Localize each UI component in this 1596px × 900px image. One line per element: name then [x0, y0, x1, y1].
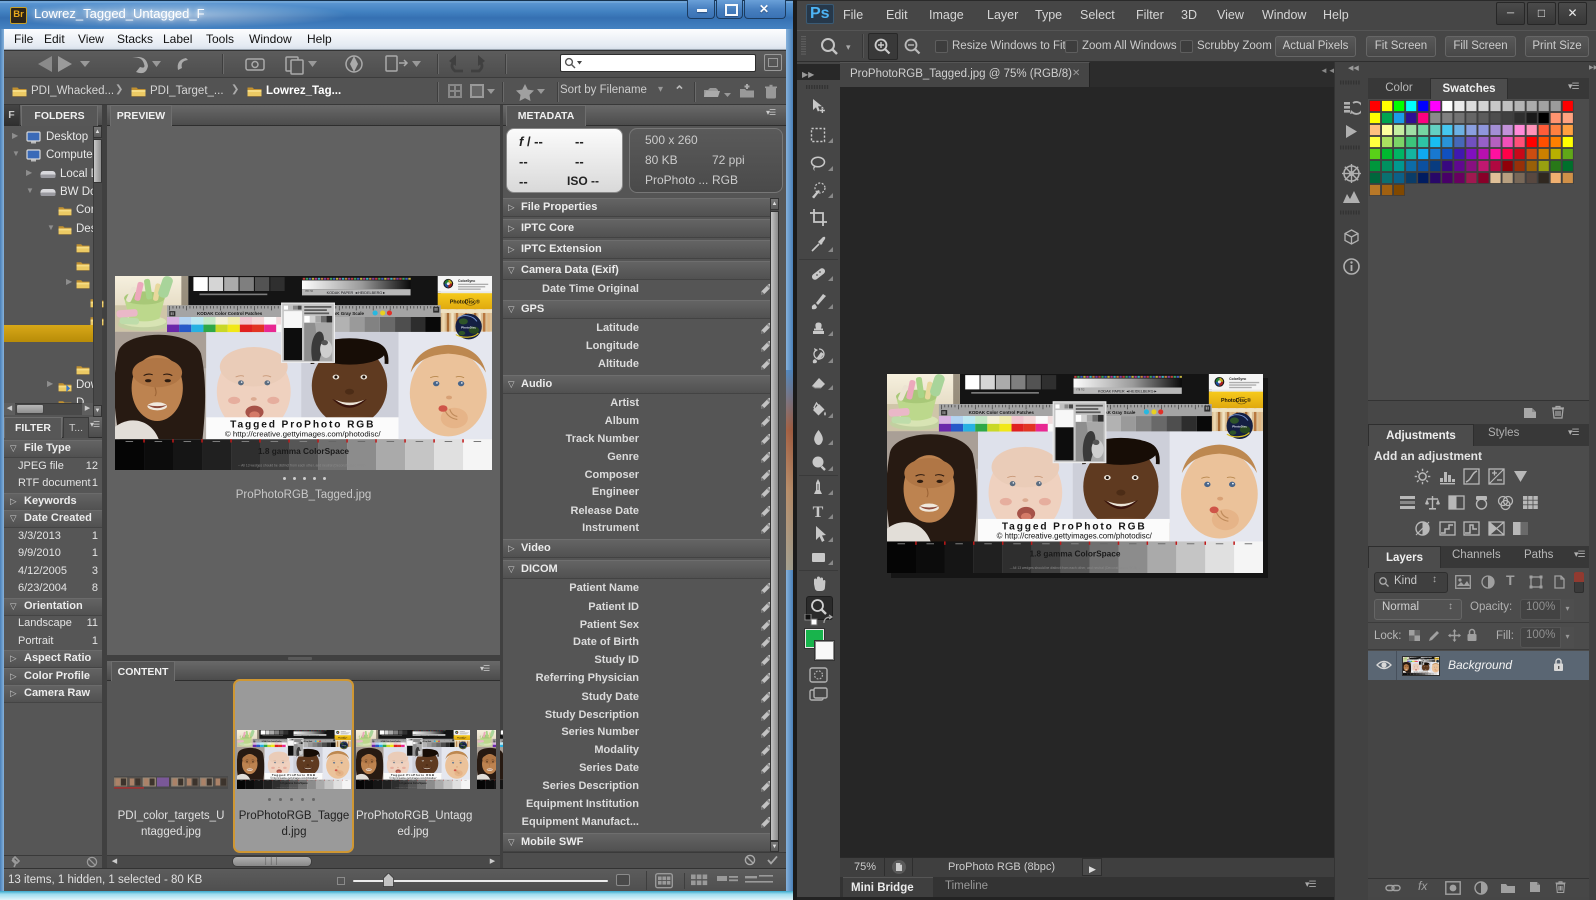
svg-text:T: T: [813, 504, 824, 521]
